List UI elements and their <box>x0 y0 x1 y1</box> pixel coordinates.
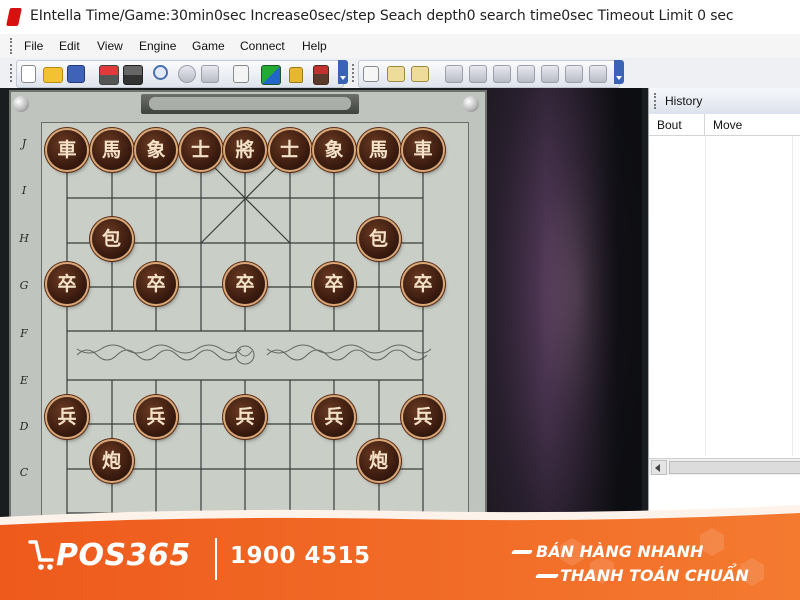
menu-grip[interactable] <box>10 38 14 54</box>
toolbar-grip-2[interactable] <box>352 64 356 82</box>
red-board-icon[interactable] <box>99 65 119 85</box>
lock-icon[interactable] <box>289 67 303 83</box>
menu-help[interactable]: Help <box>302 39 327 53</box>
brand-cart-icon <box>28 538 56 580</box>
paste-icon[interactable] <box>387 66 405 82</box>
toolbar <box>0 58 800 89</box>
rank-label: I <box>21 184 27 197</box>
app-icon <box>6 8 22 26</box>
xiangqi-piece[interactable]: 包 <box>91 219 132 259</box>
toolbar-grip[interactable] <box>10 64 14 82</box>
banner-divider <box>215 538 217 580</box>
rank-label: E <box>19 374 29 387</box>
hammer-icon[interactable] <box>313 65 329 85</box>
menu-view[interactable]: View <box>97 39 123 53</box>
frame-corner-left <box>13 96 29 112</box>
menu-connect[interactable]: Connect <box>240 39 285 53</box>
slogan-line-1: BÁN HÀNG NHANH <box>536 542 704 561</box>
xiangqi-piece[interactable]: 卒 <box>403 264 443 304</box>
undo-icon[interactable] <box>445 65 463 83</box>
xiangqi-piece[interactable]: 車 <box>47 130 87 170</box>
menu-file[interactable]: File <box>24 39 43 53</box>
history-title: History <box>665 94 703 108</box>
rank-label: J <box>21 137 27 150</box>
column-header-move[interactable]: Move <box>705 114 800 136</box>
xiangqi-piece[interactable]: 包 <box>358 219 399 259</box>
toolbar-overflow-button[interactable] <box>338 60 348 84</box>
title-bar: EIntella Time/Game:30min0sec Increase0se… <box>0 0 800 35</box>
frame-title-inner <box>149 97 351 110</box>
xiangqi-piece[interactable]: 兵 <box>225 397 265 437</box>
menu-game[interactable]: Game <box>192 39 225 53</box>
menu-engine[interactable]: Engine <box>139 39 176 53</box>
rank-label: G <box>19 279 29 292</box>
xiangqi-piece[interactable]: 卒 <box>136 264 176 304</box>
hotline-number: 1900 4515 <box>230 543 371 569</box>
xiangqi-piece[interactable]: 兵 <box>136 397 176 437</box>
frame-corner-right <box>463 96 479 112</box>
column-divider <box>792 136 793 456</box>
history-hscrollbar[interactable] <box>649 458 800 475</box>
xiangqi-piece[interactable]: 士 <box>269 130 310 170</box>
open-folder-icon[interactable] <box>43 67 63 83</box>
toolbar-nav-group <box>358 60 620 88</box>
xiangqi-piece[interactable]: 象 <box>136 130 176 170</box>
history-header: History <box>649 88 800 115</box>
window-title: EIntella Time/Game:30min0sec Increase0se… <box>30 8 734 24</box>
xiangqi-piece[interactable]: 炮 <box>358 441 399 481</box>
cart-icon <box>28 540 54 570</box>
slogan-line-2: THANH TOÁN CHUẨN <box>560 566 749 585</box>
disabled-action-icon[interactable] <box>201 65 219 83</box>
save-icon[interactable] <box>67 65 85 83</box>
step-forward-icon[interactable] <box>541 65 559 83</box>
menu-bar: File Edit View Engine Game Connect Help <box>0 34 800 58</box>
fast-back-icon[interactable] <box>493 65 511 83</box>
slogan-slash <box>510 550 534 554</box>
fast-forward-icon[interactable] <box>565 65 583 83</box>
rank-label: C <box>19 466 29 479</box>
xiangqi-piece[interactable]: 馬 <box>91 130 132 170</box>
first-move-icon[interactable] <box>469 65 487 83</box>
xiangqi-piece[interactable]: 士 <box>180 130 221 170</box>
new-file-icon[interactable] <box>21 65 36 83</box>
last-move-icon[interactable] <box>589 65 607 83</box>
xiangqi-piece[interactable]: 兵 <box>403 397 443 437</box>
xiangqi-piece[interactable]: 馬 <box>358 130 399 170</box>
stop-icon[interactable] <box>178 65 196 83</box>
rank-label: F <box>20 327 28 340</box>
copy-icon[interactable] <box>363 66 379 82</box>
xiangqi-piece[interactable]: 象 <box>314 130 354 170</box>
xiangqi-piece[interactable]: 將 <box>225 130 265 170</box>
step-back-icon[interactable] <box>517 65 535 83</box>
menu-edit[interactable]: Edit <box>59 39 80 53</box>
scroll-left-icon[interactable] <box>651 460 667 475</box>
xiangqi-piece[interactable]: 兵 <box>47 397 87 437</box>
toolbar-main-group <box>16 60 344 88</box>
xiangqi-piece[interactable]: 卒 <box>225 264 265 304</box>
xiangqi-piece[interactable]: 兵 <box>314 397 354 437</box>
scroll-thumb[interactable] <box>669 461 800 474</box>
rank-label: H <box>19 232 29 245</box>
history-grip[interactable] <box>654 93 658 109</box>
engine-arrows-icon[interactable] <box>261 65 281 85</box>
edit-document-icon[interactable] <box>233 65 249 83</box>
clipboard-icon[interactable] <box>411 66 429 82</box>
xiangqi-piece[interactable]: 炮 <box>91 441 132 481</box>
frame-title-plate <box>141 94 359 114</box>
column-divider <box>705 136 706 456</box>
column-header-bout[interactable]: Bout <box>649 114 705 136</box>
xiangqi-piece[interactable]: 卒 <box>47 264 87 304</box>
brand-logo: POS365 <box>56 538 191 573</box>
toolbar-overflow-button-2[interactable] <box>614 60 624 84</box>
slogan-slash <box>534 574 560 578</box>
black-board-icon[interactable] <box>123 65 143 85</box>
rank-label: D <box>19 420 29 433</box>
xiangqi-piece[interactable]: 車 <box>403 130 443 170</box>
xiangqi-piece[interactable]: 卒 <box>314 264 354 304</box>
search-icon[interactable] <box>153 65 168 80</box>
